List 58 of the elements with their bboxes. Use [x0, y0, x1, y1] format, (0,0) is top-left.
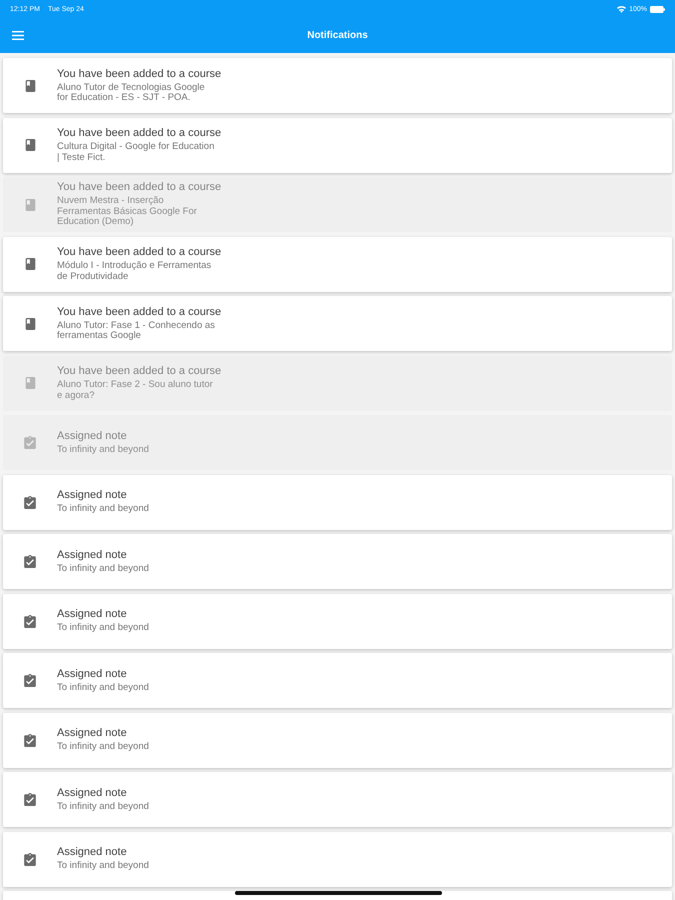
- book-icon: [24, 198, 36, 210]
- notification-title: You have been added to a course: [57, 246, 222, 259]
- notification-subtitle: To infinity and beyond: [57, 861, 149, 872]
- notification-title: Assigned note: [57, 608, 128, 622]
- notification-title: Assigned note: [57, 727, 128, 740]
- notification-title: You have been added to a course: [57, 306, 222, 318]
- notification-subtitle: Aluno Tutor de Tecnologias Google for Education - ES - SJT - POA.: [57, 82, 206, 104]
- clipboard-check-icon: [24, 614, 36, 628]
- notification-subtitle: Aluno Tutor: Fase 1 - Conhecendo as ferramentas Google: [57, 320, 216, 342]
- notification-subtitle: Aluno Tutor: Fase 2 - Sou aluno tutor e agora?: [57, 380, 214, 401]
- notification-card[interactable]: Assigned note To infinity and beyond: [3, 474, 672, 530]
- notification-card[interactable]: Assigned note To infinity and beyond: [3, 712, 672, 768]
- book-icon: [24, 377, 36, 389]
- notification-card[interactable]: You have been added to a course Aluno Tutor: Fase 1 - Conhecendo as ferramentas Google: [3, 296, 672, 351]
- notification-card[interactable]: Assigned note To infinity and beyond: [3, 653, 672, 708]
- notification-title: You have been added to a course: [57, 365, 222, 378]
- battery-icon: [650, 6, 665, 12]
- clipboard-check-icon: [24, 555, 36, 568]
- book-icon: [24, 258, 36, 270]
- notification-card[interactable]: Assigned note To infinity and beyond: [3, 594, 672, 648]
- notification-subtitle: Nuvem Mestra - Inserção Ferramentas Básicas Google For Education (Demo): [57, 196, 198, 228]
- book-icon: [24, 80, 36, 92]
- notification-subtitle: To infinity and beyond: [57, 682, 149, 694]
- clipboard-check-icon: [24, 496, 36, 508]
- clipboard-check-icon: [24, 674, 36, 687]
- notification-title: Assigned note: [57, 846, 128, 860]
- notification-card[interactable]: Assigned note To infinity and beyond: [3, 832, 672, 886]
- notification-card[interactable]: You have been added to a course Aluno Tutor de Tecnologias Google for Education - ES - SJT - POA.: [3, 58, 672, 113]
- notification-subtitle: To infinity and beyond: [57, 444, 149, 456]
- wifi-icon: [617, 6, 626, 12]
- clipboard-check-icon: [24, 852, 36, 866]
- page-title: Notifications: [307, 30, 368, 41]
- notification-title: You have been added to a course: [57, 181, 222, 194]
- notification-title: You have been added to a course: [57, 68, 222, 80]
- menu-icon: [12, 31, 24, 40]
- notification-title: Assigned note: [57, 786, 128, 800]
- notification-subtitle: To infinity and beyond: [57, 623, 149, 634]
- book-icon: [24, 318, 36, 330]
- book-icon: [24, 139, 36, 151]
- notification-title: Assigned note: [57, 548, 128, 562]
- notification-subtitle: To infinity and beyond: [57, 564, 149, 574]
- notification-subtitle: To infinity and beyond: [57, 742, 149, 753]
- notification-card[interactable]: You have been added to a course Módulo I - Introdução e Ferramentas de Produtividade: [3, 236, 672, 292]
- clipboard-check-icon: [24, 793, 36, 806]
- clipboard-check-icon: [24, 734, 36, 746]
- notification-subtitle: To infinity and beyond: [57, 504, 149, 515]
- menu-button[interactable]: [10, 29, 26, 42]
- notification-card[interactable]: Assigned note To infinity and beyond: [3, 772, 672, 827]
- notification-subtitle: Módulo I - Introdução e Ferramentas de Produtividade: [57, 261, 212, 282]
- notification-title: You have been added to a course: [57, 127, 222, 140]
- notification-title: Assigned note: [57, 668, 128, 681]
- notification-card[interactable]: You have been added to a course Cultura Digital - Google for Education | Teste Fict.: [3, 118, 672, 172]
- notification-title: Assigned note: [57, 489, 128, 502]
- clipboard-check-icon: [24, 436, 36, 449]
- notification-title: Assigned note: [57, 430, 128, 443]
- notification-subtitle: Cultura Digital - Google for Education | Teste Fict.: [57, 142, 216, 163]
- notification-card[interactable]: Assigned note To infinity and beyond: [3, 534, 672, 589]
- notification-subtitle: To infinity and beyond: [57, 802, 149, 812]
